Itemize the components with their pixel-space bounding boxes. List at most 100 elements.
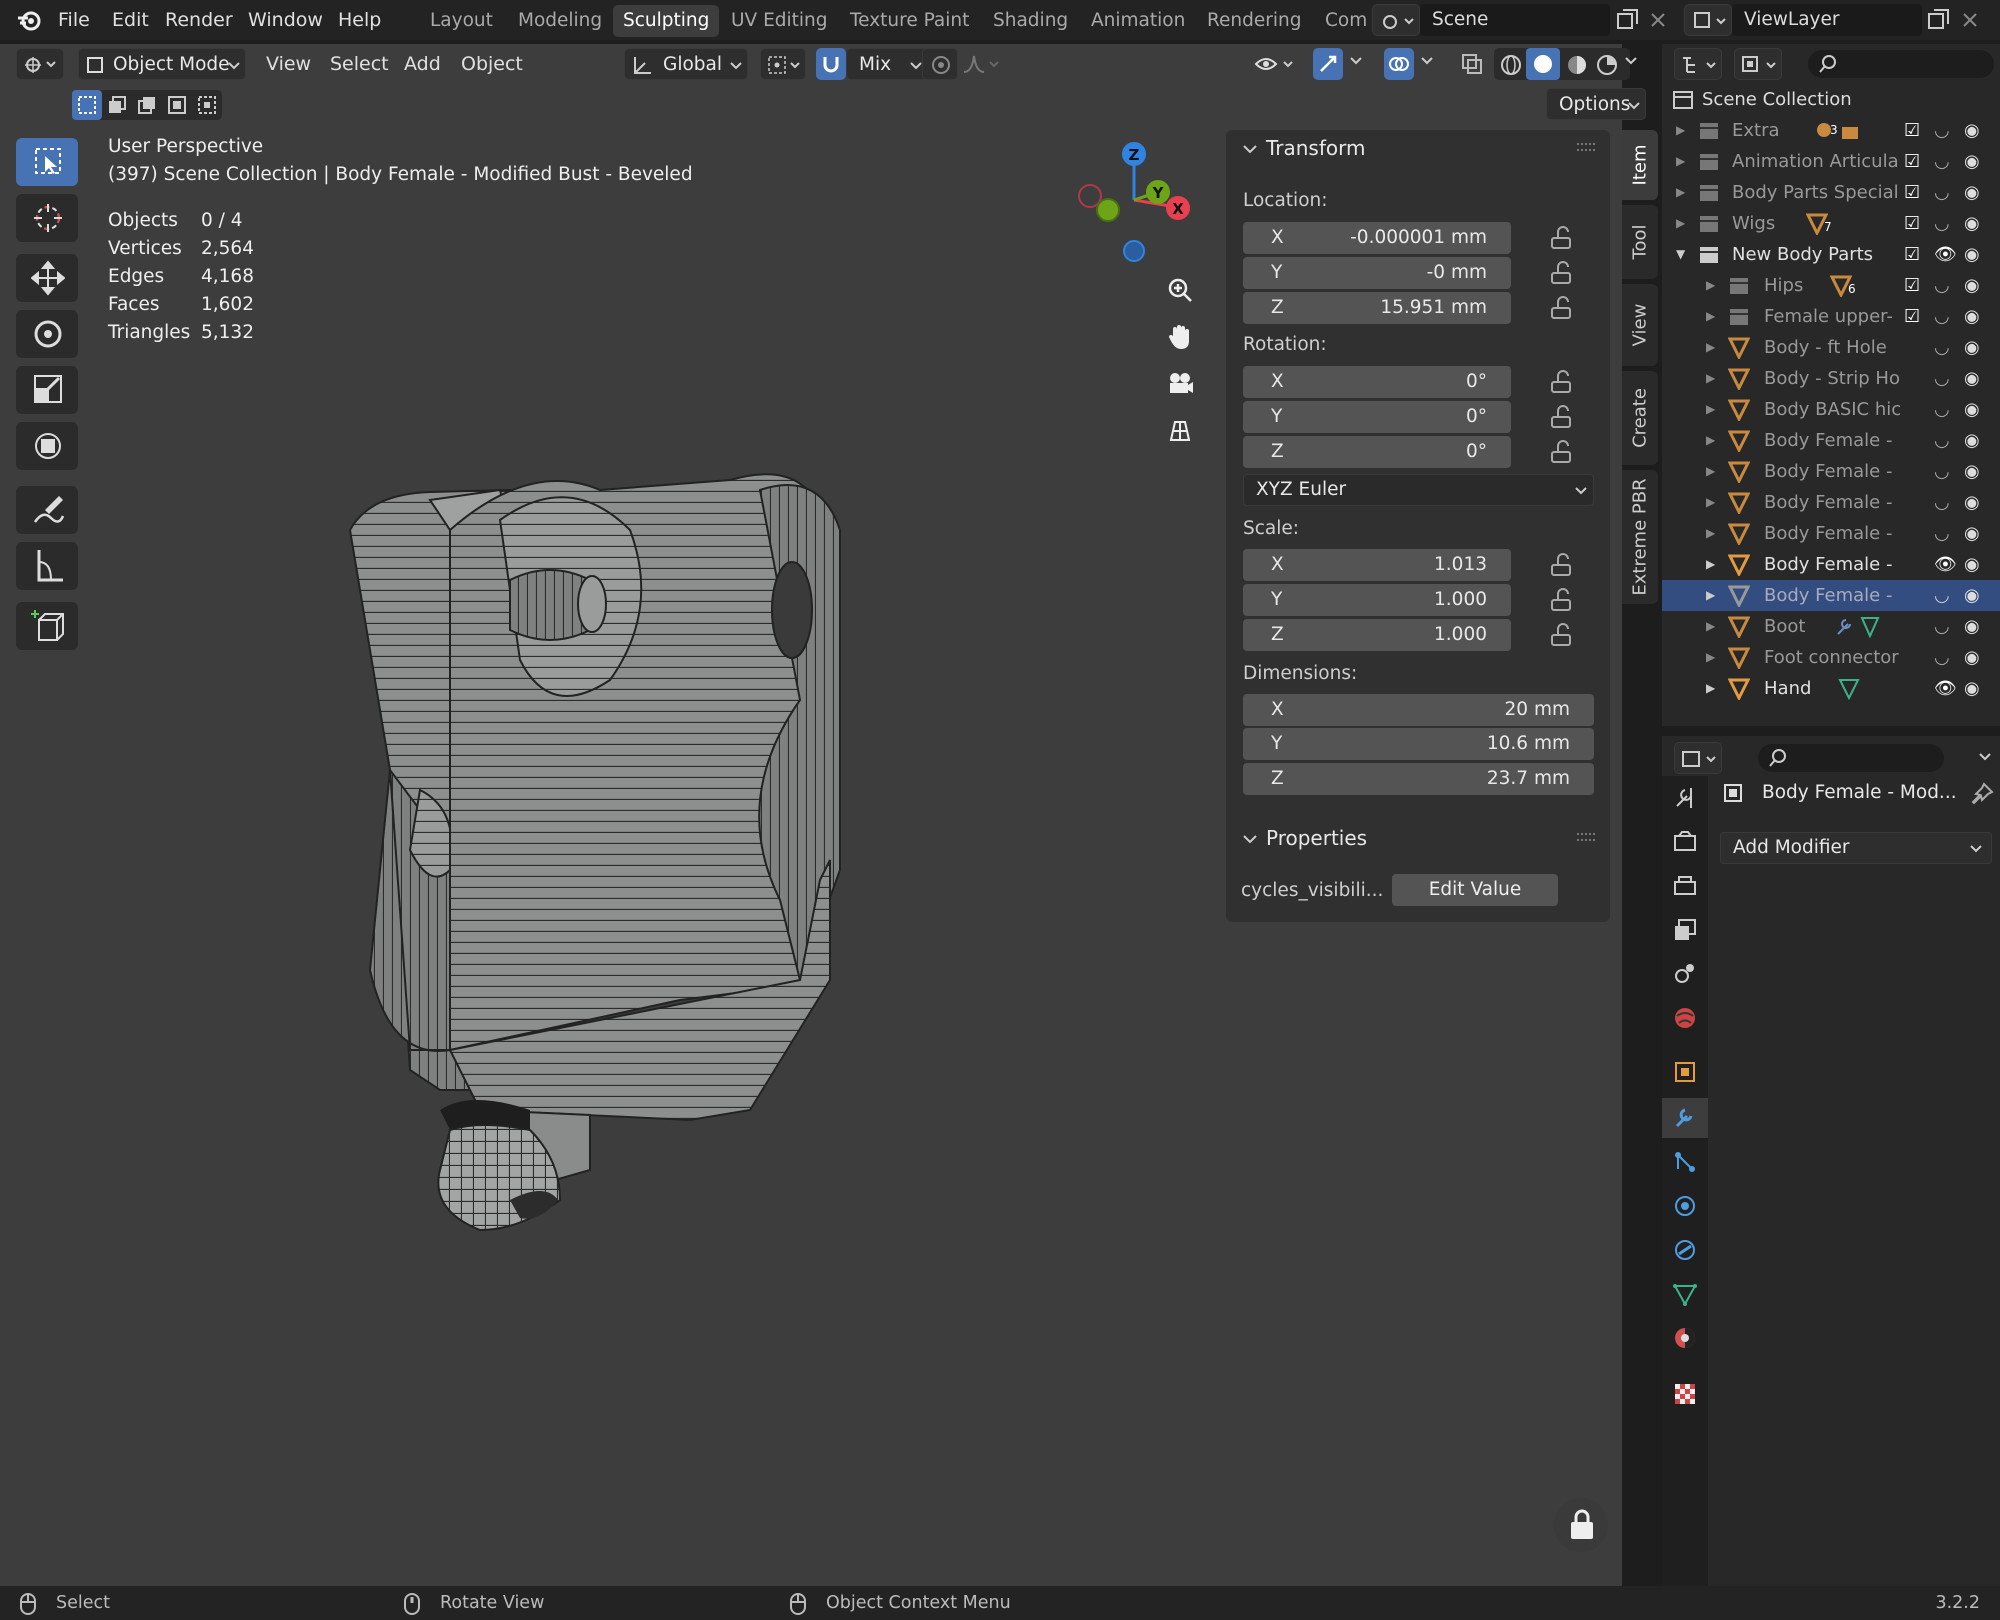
modifier-properties-tab[interactable] — [1662, 1098, 1708, 1138]
hidden-eye-icon[interactable]: ◡ — [1934, 301, 1950, 332]
select-new-button[interactable] — [72, 90, 102, 120]
menu-window[interactable]: Window — [248, 0, 323, 40]
ortho-toggle-button[interactable] — [1156, 407, 1202, 453]
outliner-row[interactable]: ▶ Hips 6 ☑ ◡ ◉ — [1662, 270, 2000, 301]
expand-arrow-icon[interactable]: ▶ — [1706, 549, 1715, 580]
tab-item[interactable]: Item — [1622, 130, 1658, 200]
checkbox-icon[interactable]: ☑ — [1904, 239, 1920, 270]
expand-arrow-icon[interactable]: ▶ — [1706, 673, 1715, 704]
mode-dropdown[interactable]: Object Mode — [78, 48, 246, 80]
output-properties-icon[interactable] — [1673, 874, 1697, 898]
visibility-dropdown-icon[interactable] — [1254, 52, 1298, 76]
scene-name-field[interactable]: Scene — [1420, 4, 1610, 36]
outliner-row[interactable]: ▶ Body Female - ◡ ◉ — [1662, 425, 2000, 456]
render-camera-icon[interactable]: ◉ — [1964, 239, 1980, 270]
pivot-point-dropdown[interactable] — [760, 48, 806, 80]
pan-view-button[interactable] — [1156, 313, 1202, 359]
outliner-row-extra[interactable]: ▶ Extra 3 ☑ ◡ ◉ — [1662, 115, 2000, 146]
checkbox-icon[interactable]: ☑ — [1904, 270, 1920, 301]
particles-icon[interactable] — [1673, 1150, 1697, 1174]
outliner-row[interactable]: ▶ Boot ◡ ◉ — [1662, 611, 2000, 642]
outliner-scene-collection[interactable]: Scene Collection — [1662, 84, 2000, 115]
snap-target-dropdown[interactable]: Mix — [846, 48, 930, 80]
camera-lock-button[interactable] — [1554, 1498, 1608, 1552]
rotation-z-field[interactable]: Z 0° — [1243, 436, 1511, 468]
scale-z-field[interactable]: Z 1.000 — [1243, 619, 1511, 651]
tool-cursor[interactable] — [16, 194, 78, 242]
chevron-down-icon[interactable] — [1420, 56, 1434, 66]
tab-modeling[interactable]: Modeling — [508, 5, 612, 37]
delete-viewlayer-icon[interactable] — [1960, 10, 1980, 30]
outliner-row[interactable]: ▶ Female upper- ☑ ◡ ◉ — [1662, 301, 2000, 332]
tool-annotate[interactable] — [16, 486, 78, 534]
snap-toggle[interactable] — [816, 48, 846, 80]
tab-sculpting[interactable]: Sculpting — [613, 5, 720, 37]
editor-type-button[interactable] — [16, 48, 64, 80]
expand-arrow-icon[interactable]: ▶ — [1706, 456, 1715, 487]
tab-rendering[interactable]: Rendering — [1197, 5, 1311, 37]
proportional-edit-toggle[interactable] — [922, 48, 958, 80]
wireframe-shading-icon[interactable] — [1500, 54, 1522, 76]
rendered-shading-icon[interactable] — [1596, 54, 1618, 76]
outliner-row[interactable]: ▶ Body Female - ◡ ◉ — [1662, 518, 2000, 549]
menu-file[interactable]: File — [58, 0, 90, 40]
expand-arrow-icon[interactable]: ▶ — [1706, 332, 1715, 363]
hidden-eye-icon[interactable]: ◡ — [1934, 518, 1950, 549]
chevron-down-icon[interactable] — [1624, 56, 1638, 66]
tab-uv-editing[interactable]: UV Editing — [721, 5, 838, 37]
neg-z-axis-handle[interactable] — [1123, 240, 1145, 262]
mesh-model[interactable] — [330, 470, 1010, 1240]
hidden-eye-icon[interactable]: ◡ — [1934, 456, 1950, 487]
hidden-eye-icon[interactable]: ◡ — [1934, 332, 1950, 363]
tab-texture-paint[interactable]: Texture Paint — [840, 5, 979, 37]
dimensions-z-field[interactable]: Z 23.7 mm — [1243, 763, 1594, 795]
tab-shading[interactable]: Shading — [983, 5, 1078, 37]
render-camera-icon[interactable]: ◉ — [1964, 518, 1980, 549]
viewlayer-browse-button[interactable] — [1684, 4, 1732, 36]
menu-select[interactable]: Select — [330, 44, 389, 84]
menu-view[interactable]: View — [266, 44, 311, 84]
outliner-row[interactable]: ▶ Body - ft Hole ◡ ◉ — [1662, 332, 2000, 363]
scale-lock-icons[interactable] — [1548, 553, 1578, 649]
expand-arrow-icon[interactable]: ▶ — [1706, 270, 1715, 301]
properties-search-input[interactable] — [1758, 744, 1944, 772]
blender-logo-icon[interactable] — [16, 8, 42, 32]
expand-arrow-icon[interactable]: ▶ — [1706, 301, 1715, 332]
hidden-eye-icon[interactable]: ◡ — [1934, 580, 1950, 611]
material-properties-icon[interactable] — [1673, 1326, 1697, 1350]
properties-editor-type-button[interactable] — [1674, 742, 1722, 774]
chevron-down-icon[interactable] — [1242, 142, 1258, 158]
tool-measure[interactable] — [16, 542, 78, 590]
expand-arrow-icon[interactable]: ▶ — [1676, 177, 1685, 208]
hidden-eye-icon[interactable]: ◡ — [1934, 394, 1950, 425]
checkbox-icon[interactable]: ☑ — [1904, 146, 1920, 177]
rotation-y-field[interactable]: Y 0° — [1243, 401, 1511, 433]
expand-arrow-icon[interactable]: ▶ — [1706, 518, 1715, 549]
scene-properties-icon[interactable] — [1673, 962, 1697, 986]
render-camera-icon[interactable]: ◉ — [1964, 425, 1980, 456]
render-camera-icon[interactable]: ◉ — [1964, 208, 1980, 239]
tab-create[interactable]: Create — [1622, 371, 1658, 465]
tab-tool[interactable]: Tool — [1622, 205, 1658, 279]
transform-panel-title[interactable]: Transform — [1266, 136, 1365, 160]
delete-scene-icon[interactable] — [1648, 10, 1668, 30]
overlays-toggle[interactable] — [1384, 48, 1414, 80]
tab-animation[interactable]: Animation — [1081, 5, 1195, 37]
render-camera-icon[interactable]: ◉ — [1964, 146, 1980, 177]
scale-y-field[interactable]: Y 1.000 — [1243, 584, 1511, 616]
tool-rotate[interactable] — [16, 310, 78, 358]
tool-move[interactable] — [16, 254, 78, 302]
tool-settings-icon[interactable] — [1673, 786, 1697, 810]
new-viewlayer-icon[interactable] — [1926, 8, 1950, 32]
expand-arrow-icon[interactable]: ▶ — [1706, 487, 1715, 518]
outliner-row[interactable]: ▶ Foot connector ◡ ◉ — [1662, 642, 2000, 673]
hidden-eye-icon[interactable]: ◡ — [1934, 642, 1950, 673]
outliner-editor-type-button[interactable] — [1674, 48, 1722, 80]
render-camera-icon[interactable]: ◉ — [1964, 611, 1980, 642]
checkbox-icon[interactable]: ☑ — [1904, 115, 1920, 146]
dimensions-x-field[interactable]: X 20 mm — [1243, 694, 1594, 726]
chevron-down-icon[interactable] — [1242, 832, 1258, 848]
xray-toggle-icon[interactable] — [1460, 52, 1484, 76]
location-y-field[interactable]: Y -0 mm — [1243, 257, 1511, 289]
select-subtract-icon[interactable] — [137, 95, 157, 115]
